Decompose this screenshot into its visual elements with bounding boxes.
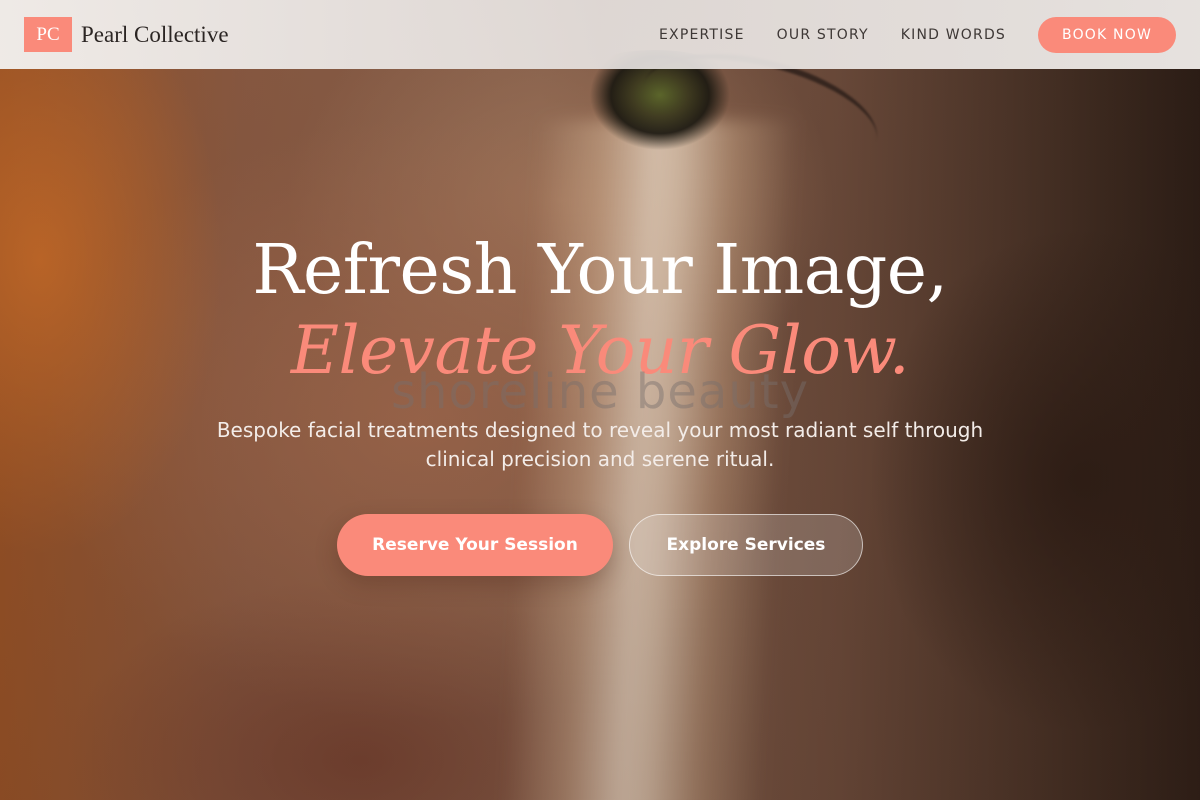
hero-subtitle: Bespoke facial treatments designed to re… xyxy=(216,418,984,471)
main-nav: EXPERTISE OUR STORY KIND WORDS BOOK NOW xyxy=(659,16,1176,53)
hero-cta-row: Reserve Your Session Explore Services xyxy=(0,514,1200,576)
hero-headline-line2: Elevate Your Glow. xyxy=(290,312,910,389)
nav-link-our-story[interactable]: OUR STORY xyxy=(777,27,869,43)
book-now-button[interactable]: BOOK NOW xyxy=(1038,16,1176,53)
nav-link-expertise[interactable]: EXPERTISE xyxy=(659,27,745,43)
logo-mark[interactable]: PC xyxy=(24,17,72,52)
hero-headline-line1: Refresh Your Image, xyxy=(252,231,948,310)
reserve-session-button[interactable]: Reserve Your Session xyxy=(337,514,613,576)
explore-services-button[interactable]: Explore Services xyxy=(629,514,863,576)
hero-content: shoreline beauty Refresh Your Image, Ele… xyxy=(0,230,1200,576)
brand-name[interactable]: Pearl Collective xyxy=(81,22,229,48)
site-header: PC Pearl Collective EXPERTISE OUR STORY … xyxy=(0,0,1200,69)
nav-link-kind-words[interactable]: KIND WORDS xyxy=(901,27,1006,43)
